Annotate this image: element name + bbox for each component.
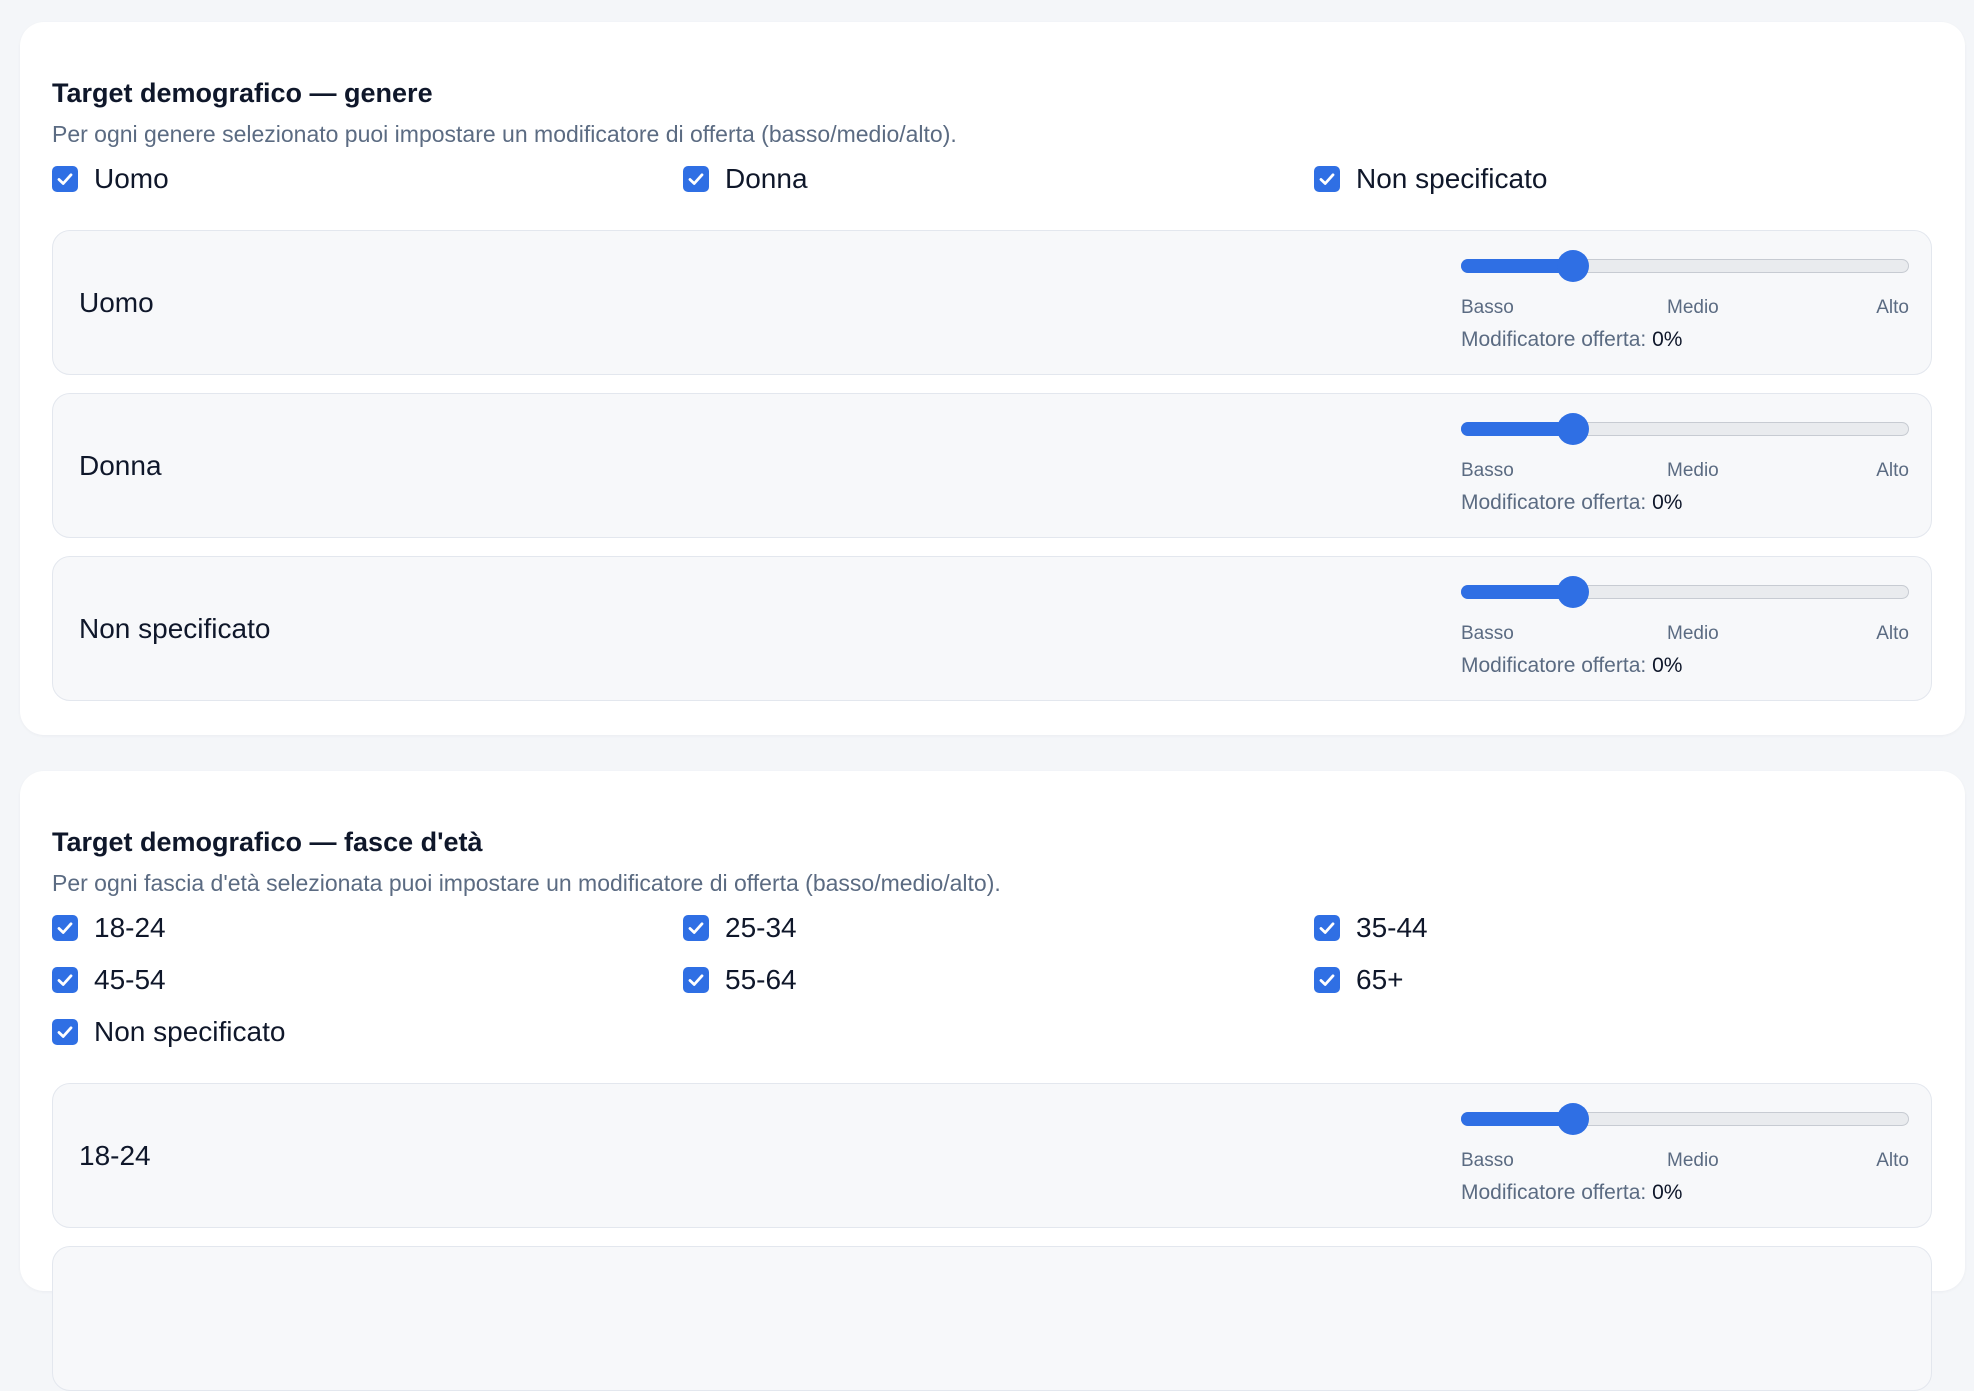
bid-modifier-slider: Basso Medio Alto Modificatore offerta: 0… [1460, 394, 1911, 537]
bid-modifier-readout: Modificatore offerta: 0% [1461, 1181, 1682, 1205]
checkmark-icon [1314, 967, 1340, 993]
tick-basso: Basso [1461, 1150, 1514, 1171]
checkbox-label: 45-54 [94, 964, 166, 995]
checkmark-icon [1314, 166, 1340, 192]
modifier-label: Modificatore offerta: [1461, 491, 1647, 514]
row-label: Donna [79, 449, 162, 481]
tick-medio: Medio [1667, 460, 1719, 481]
checkmark-icon [683, 166, 709, 192]
checkmark-icon [52, 1019, 78, 1045]
checkbox-non-specificato[interactable]: Non specificato [1314, 159, 1547, 199]
checkmark-icon [683, 915, 709, 941]
modifier-label: Modificatore offerta: [1461, 328, 1647, 351]
checkbox-label: Uomo [94, 163, 169, 194]
checkbox-label: 55-64 [725, 964, 797, 995]
modifier-value: 0% [1652, 654, 1683, 677]
modifier-label: Modificatore offerta: [1461, 654, 1647, 677]
checkbox-35-44[interactable]: 35-44 [1314, 908, 1428, 948]
row-label: Uomo [79, 286, 154, 318]
bid-row-uomo: Uomo Basso Medio Alto Modificatore offer… [52, 230, 1932, 375]
slider-track[interactable] [1460, 584, 1909, 599]
gender-target-card: Target demografico — genere Per ogni gen… [20, 22, 1965, 735]
bid-modifier-slider: Basso Medio Alto Modificatore offerta: 0… [1460, 557, 1911, 700]
modifier-value: 0% [1652, 491, 1683, 514]
checkmark-icon [52, 915, 78, 941]
bid-row-non-specificato: Non specificato Basso Medio Alto Modific… [52, 556, 1932, 701]
checkbox-label: 35-44 [1356, 912, 1428, 943]
bid-row-next [52, 1246, 1932, 1391]
modifier-label: Modificatore offerta: [1461, 1181, 1647, 1204]
tick-basso: Basso [1461, 460, 1514, 481]
gender-card-title: Target demografico — genere [52, 78, 433, 108]
bid-row-18-24: 18-24 Basso Medio Alto Modificatore offe… [52, 1083, 1932, 1228]
tick-basso: Basso [1461, 623, 1514, 644]
checkbox-label: Donna [725, 163, 808, 194]
row-label: 18-24 [79, 1139, 151, 1171]
checkbox-label: 18-24 [94, 912, 166, 943]
tick-basso: Basso [1461, 297, 1514, 318]
checkbox-non-specificato[interactable]: Non specificato [52, 1012, 285, 1052]
tick-medio: Medio [1667, 297, 1719, 318]
checkbox-25-34[interactable]: 25-34 [683, 908, 797, 948]
checkbox-label: Non specificato [1356, 163, 1548, 194]
row-label: Non specificato [79, 612, 271, 644]
checkmark-icon [683, 967, 709, 993]
tick-alto: Alto [1876, 1150, 1909, 1171]
checkbox-label: Non specificato [94, 1016, 286, 1047]
bid-modifier-slider: Basso Medio Alto Modificatore offerta: 0… [1460, 1084, 1911, 1227]
age-target-card: Target demografico — fasce d'età Per ogn… [20, 771, 1965, 1391]
checkbox-55-64[interactable]: 55-64 [683, 960, 797, 1000]
tick-medio: Medio [1667, 1150, 1719, 1171]
checkmark-icon [1314, 915, 1340, 941]
slider-thumb[interactable] [1557, 413, 1589, 445]
tick-alto: Alto [1876, 623, 1909, 644]
slider-track[interactable] [1460, 421, 1909, 436]
checkbox-label: 25-34 [725, 912, 797, 943]
gender-card-description: Per ogni genere selezionato puoi imposta… [52, 121, 957, 147]
slider-track[interactable] [1460, 1111, 1909, 1126]
bid-modifier-slider: Basso Medio Alto Modificatore offerta: 0… [1460, 231, 1911, 374]
modifier-value: 0% [1652, 1181, 1683, 1204]
slider-thumb[interactable] [1557, 250, 1589, 282]
checkbox-65-plus[interactable]: 65+ [1314, 960, 1404, 1000]
slider-track[interactable] [1460, 258, 1909, 273]
tick-alto: Alto [1876, 460, 1909, 481]
bid-modifier-readout: Modificatore offerta: 0% [1461, 654, 1682, 678]
slider-thumb[interactable] [1557, 576, 1589, 608]
checkbox-45-54[interactable]: 45-54 [52, 960, 166, 1000]
checkbox-uomo[interactable]: Uomo [52, 159, 169, 199]
checkmark-icon [52, 166, 78, 192]
modifier-value: 0% [1652, 328, 1683, 351]
checkmark-icon [52, 967, 78, 993]
slider-thumb[interactable] [1557, 1103, 1589, 1135]
age-card-title: Target demografico — fasce d'età [52, 827, 483, 857]
checkbox-18-24[interactable]: 18-24 [52, 908, 166, 948]
bid-row-donna: Donna Basso Medio Alto Modificatore offe… [52, 393, 1932, 538]
checkbox-donna[interactable]: Donna [683, 159, 808, 199]
checkbox-label: 65+ [1356, 964, 1404, 995]
bid-modifier-readout: Modificatore offerta: 0% [1461, 328, 1682, 352]
tick-alto: Alto [1876, 297, 1909, 318]
tick-medio: Medio [1667, 623, 1719, 644]
bid-modifier-readout: Modificatore offerta: 0% [1461, 491, 1682, 515]
age-card-description: Per ogni fascia d'età selezionata puoi i… [52, 870, 1001, 896]
